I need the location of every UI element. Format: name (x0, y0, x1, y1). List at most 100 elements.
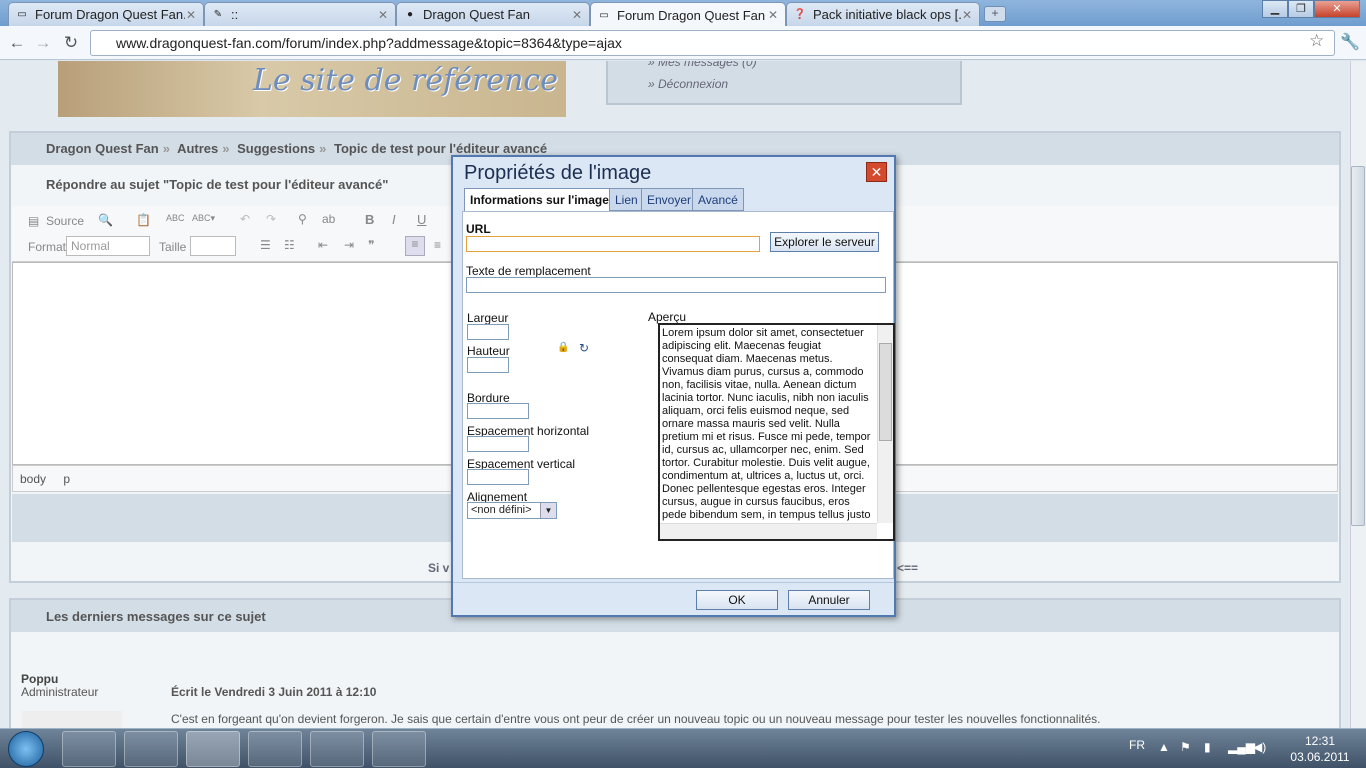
redo-icon[interactable]: ↷ (266, 212, 276, 226)
new-tab-button[interactable]: + (984, 6, 1006, 22)
messenger-icon[interactable] (248, 731, 302, 767)
indent-icon[interactable]: ⇥ (344, 238, 354, 252)
vspace-input[interactable] (467, 469, 529, 485)
url-input[interactable] (466, 236, 760, 252)
alt-text-label: Texte de remplacement (466, 264, 591, 278)
post-author[interactable]: Poppu (21, 672, 58, 686)
post-author-role: Administrateur (21, 685, 99, 699)
numbered-list-icon[interactable]: ☰ (260, 238, 271, 252)
volume-icon[interactable]: ◀) (1253, 740, 1266, 754)
start-button[interactable] (8, 731, 44, 767)
reset-size-icon[interactable]: ↻ (579, 341, 589, 355)
clock-date: 03.06.2011 (1290, 750, 1350, 764)
tab-forum-active[interactable]: ▭ Forum Dragon Quest Fan ✕ (590, 2, 786, 27)
hidden-text-fragment: <== (897, 561, 919, 575)
tab-title: Pack initiative black ops [... (813, 7, 961, 22)
bold-icon[interactable]: B (365, 212, 374, 227)
avatar (22, 711, 122, 728)
source-icon[interactable]: ▤ (28, 214, 39, 228)
tab-black-ops[interactable]: ❓ Pack initiative black ops [... ✕ (786, 2, 980, 26)
back-arrow-icon[interactable]: ← (6, 32, 28, 54)
logout-link[interactable]: » Déconnexion (648, 77, 728, 91)
window-close-button[interactable]: ✕ (1314, 0, 1360, 18)
close-icon[interactable]: ✕ (377, 8, 389, 22)
path-item[interactable]: body (20, 472, 46, 486)
find-icon[interactable]: ⚲ (298, 212, 307, 226)
tray-expand-icon[interactable]: ▲ (1158, 740, 1170, 754)
tab-title: Forum Dragon Quest Fan (617, 7, 766, 23)
hspace-input[interactable] (467, 436, 529, 452)
preview-icon[interactable]: 🔍 (98, 213, 113, 227)
link-text: Mes messages (0) (658, 61, 757, 69)
breadcrumb-item[interactable]: Suggestions (237, 141, 315, 156)
language-indicator[interactable]: FR (1129, 738, 1145, 752)
align-left-icon[interactable]: ≡ (405, 236, 425, 256)
tab-puzzle[interactable]: ✎ :: ✕ (204, 2, 396, 26)
breadcrumb: Dragon Quest Fan» Autres» Suggestions» T… (46, 141, 551, 156)
browse-server-button[interactable]: Explorer le serveur (770, 232, 879, 252)
close-icon[interactable]: ✕ (961, 8, 973, 22)
replace-icon[interactable]: ab (322, 212, 335, 226)
ok-button[interactable]: OK (696, 590, 778, 610)
tab-link[interactable]: Lien (609, 188, 644, 211)
tab-upload[interactable]: Envoyer (641, 188, 698, 211)
teamviewer-icon[interactable] (372, 731, 426, 767)
width-input[interactable] (467, 324, 509, 340)
breadcrumb-item[interactable]: Dragon Quest Fan (46, 141, 159, 156)
close-icon[interactable]: ✕ (185, 8, 197, 22)
size-select[interactable] (190, 236, 236, 256)
spellcheck-icon[interactable]: ABC (166, 213, 185, 223)
reply-title: Répondre au sujet "Topic de test pour l'… (46, 177, 389, 192)
tab-dragon-quest-fan[interactable]: ● Dragon Quest Fan ✕ (396, 2, 590, 26)
power-icon[interactable]: ▮ (1204, 740, 1211, 754)
tab-image-info[interactable]: Informations sur l'image (464, 188, 615, 212)
tab-advanced[interactable]: Avancé (692, 188, 744, 211)
cancel-button[interactable]: Annuler (788, 590, 870, 610)
preview-horizontal-scrollbar[interactable] (660, 523, 877, 539)
star-icon[interactable]: ☆ (1309, 31, 1324, 51)
hp-icon[interactable] (62, 731, 116, 767)
maximize-button[interactable]: ❐ (1288, 0, 1314, 18)
alt-text-input[interactable] (466, 277, 886, 293)
close-icon[interactable]: ✕ (767, 8, 779, 22)
flag-icon[interactable]: ⚑ (1180, 740, 1191, 754)
underline-icon[interactable]: U (417, 212, 426, 227)
border-input[interactable] (467, 403, 529, 419)
undo-icon[interactable]: ↶ (240, 212, 250, 226)
align-center-icon[interactable]: ≡ (434, 238, 441, 252)
wrench-icon[interactable]: 🔧 (1340, 32, 1360, 52)
preview-vertical-scrollbar[interactable] (877, 325, 893, 523)
minimize-button[interactable]: ▁ (1262, 0, 1288, 18)
breadcrumb-item[interactable]: Autres (177, 141, 218, 156)
explorer-icon[interactable] (124, 731, 178, 767)
page-scrollbar-thumb[interactable] (1351, 166, 1365, 526)
outdent-icon[interactable]: ⇤ (318, 238, 328, 252)
my-messages-link[interactable]: » Mes messages (0) (648, 61, 757, 69)
align-select[interactable]: <non défini> ▼ (467, 502, 557, 519)
tab-forum-1[interactable]: ▭ Forum Dragon Quest Fan... ✕ (8, 2, 204, 26)
network-icon[interactable]: ▂▄▆ (1228, 740, 1255, 754)
breadcrumb-item[interactable]: Topic de test pour l'éditeur avancé (334, 141, 547, 156)
source-button[interactable]: Source (46, 214, 84, 228)
forward-arrow-icon[interactable]: → (32, 32, 54, 54)
preview-scrollbar-thumb[interactable] (879, 343, 892, 441)
system-clock[interactable]: 12:31 03.06.2011 (1280, 733, 1360, 765)
word-icon[interactable] (310, 731, 364, 767)
italic-icon[interactable]: I (392, 212, 396, 227)
path-item[interactable]: p (63, 472, 70, 486)
address-bar[interactable]: www.dragonquest-fan.com/forum/index.php?… (90, 30, 1335, 56)
blockquote-icon[interactable]: ❞ (368, 238, 374, 252)
lock-icon[interactable]: 🔒 (557, 342, 569, 353)
reload-icon[interactable]: ↻ (60, 32, 82, 54)
dialog-body: URL Explorer le serveur Texte de remplac… (462, 211, 895, 579)
bullet-list-icon[interactable]: ☷ (284, 238, 295, 252)
post-date: Écrit le Vendredi 3 Juin 2011 à 12:10 (171, 685, 377, 699)
dialog-close-button[interactable]: ✕ (866, 162, 887, 182)
format-select[interactable]: Normal (66, 236, 150, 256)
spellcheck-dropdown-icon[interactable]: ABC▾ (192, 213, 215, 224)
chrome-icon[interactable] (186, 731, 240, 767)
paste-icon[interactable]: 📋 (136, 213, 151, 227)
url-label: URL (466, 222, 491, 236)
height-input[interactable] (467, 357, 509, 373)
close-icon[interactable]: ✕ (571, 8, 583, 22)
